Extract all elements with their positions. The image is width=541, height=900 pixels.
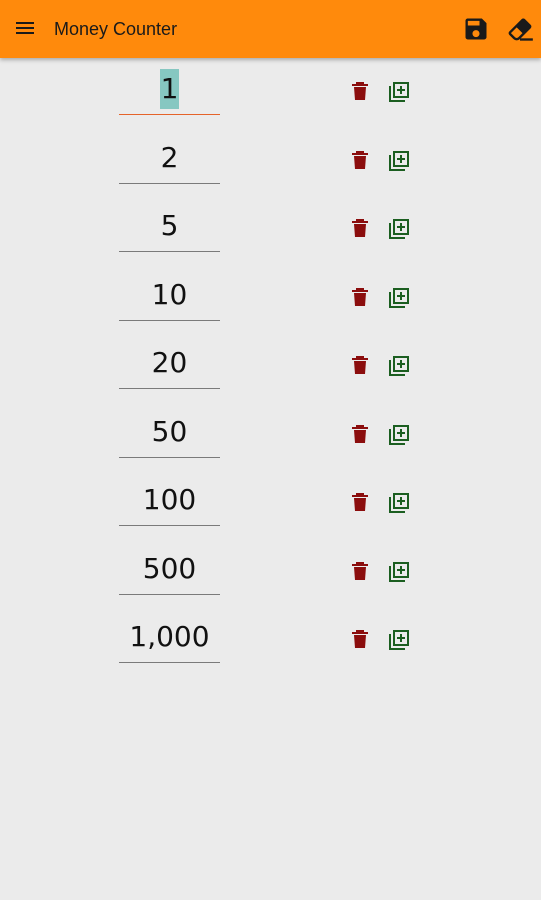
add-copy-icon: [389, 82, 409, 102]
delete-row-button[interactable]: [350, 149, 370, 171]
denomination-value: 20: [151, 346, 188, 379]
add-row-button[interactable]: [387, 491, 411, 515]
delete-row-button[interactable]: [350, 491, 370, 513]
add-copy-icon: [389, 561, 409, 582]
denomination-input[interactable]: 1: [119, 66, 220, 115]
save-button[interactable]: [462, 15, 490, 43]
denomination-row: 100: [0, 469, 541, 538]
delete-row-button[interactable]: [350, 560, 370, 582]
denomination-value: 500: [142, 551, 197, 585]
denomination-row: 500: [0, 538, 541, 607]
add-row-button[interactable]: [387, 628, 411, 652]
add-row-button[interactable]: [387, 560, 411, 584]
delete-row-button[interactable]: [350, 217, 370, 239]
add-copy-icon: [389, 630, 409, 650]
denomination-row: 1,000: [0, 606, 541, 675]
denomination-value: 1: [159, 69, 180, 109]
trash-icon: [352, 150, 368, 169]
denomination-input[interactable]: 100: [119, 477, 220, 526]
denomination-value: 50: [151, 414, 188, 448]
trash-icon: [352, 561, 368, 580]
delete-row-button[interactable]: [350, 286, 370, 308]
denomination-value: 2: [160, 140, 179, 174]
trash-icon: [352, 287, 368, 306]
denomination-row: 20: [0, 332, 541, 401]
delete-row-button[interactable]: [350, 628, 370, 650]
add-copy-icon: [389, 493, 409, 513]
delete-row-button[interactable]: [350, 354, 370, 376]
denomination-input[interactable]: 20: [119, 340, 220, 389]
trash-icon: [352, 82, 368, 100]
app-bar: Money Counter: [0, 0, 541, 58]
denomination-value: 5: [160, 209, 179, 242]
eraser-icon: [508, 18, 533, 41]
denomination-value: 1,000: [129, 620, 210, 653]
denomination-list: 1 2 5 10 20 50 100 500 1,000: [0, 58, 541, 675]
denomination-row: 50: [0, 401, 541, 470]
add-row-button[interactable]: [387, 286, 411, 310]
add-row-button[interactable]: [387, 80, 411, 104]
trash-icon: [352, 630, 368, 648]
denomination-row: 1: [0, 58, 541, 127]
add-row-button[interactable]: [387, 149, 411, 173]
trash-icon: [352, 356, 368, 374]
denomination-row: 2: [0, 127, 541, 196]
add-copy-icon: [389, 219, 409, 239]
add-copy-icon: [389, 287, 409, 308]
denomination-value: 10: [151, 277, 188, 311]
denomination-input[interactable]: 2: [119, 135, 220, 184]
denomination-input[interactable]: 1,000: [119, 614, 220, 663]
denomination-row: 5: [0, 195, 541, 264]
add-copy-icon: [389, 424, 409, 445]
save-icon: [465, 18, 487, 40]
denomination-input[interactable]: 500: [119, 546, 220, 595]
clear-all-button[interactable]: [506, 15, 534, 43]
denomination-row: 10: [0, 264, 541, 333]
add-row-button[interactable]: [387, 217, 411, 241]
delete-row-button[interactable]: [350, 80, 370, 102]
add-copy-icon: [389, 150, 409, 171]
add-row-button[interactable]: [387, 423, 411, 447]
denomination-input[interactable]: 5: [119, 203, 220, 252]
menu-icon: [16, 22, 34, 34]
denomination-input[interactable]: 10: [119, 272, 220, 321]
menu-button[interactable]: [14, 17, 36, 39]
denomination-input[interactable]: 50: [119, 409, 220, 458]
trash-icon: [352, 424, 368, 443]
trash-icon: [352, 219, 368, 237]
delete-row-button[interactable]: [350, 423, 370, 445]
add-row-button[interactable]: [387, 354, 411, 378]
trash-icon: [352, 493, 368, 511]
denomination-value: 100: [142, 483, 197, 516]
add-copy-icon: [389, 356, 409, 376]
app-title: Money Counter: [54, 19, 178, 39]
